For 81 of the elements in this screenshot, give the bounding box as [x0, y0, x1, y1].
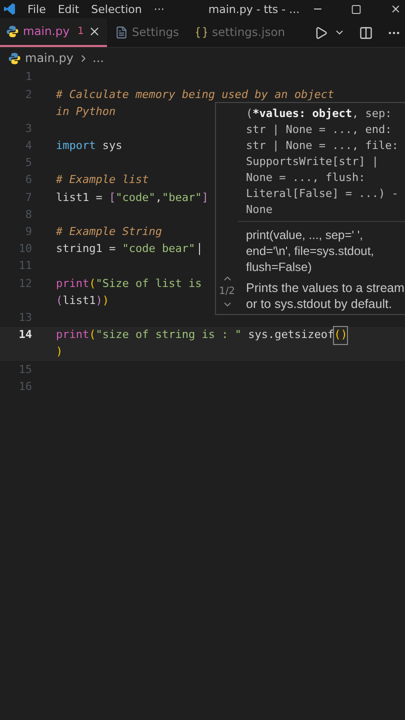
code-token: # Calculate memory being used by an object [56, 86, 334, 103]
signature-text: None [246, 202, 272, 218]
line-number: 4 [25, 138, 32, 154]
text-cursor-icon [199, 243, 200, 256]
signature-text: str | None = ..., end: [246, 122, 392, 138]
doc-text: or to sys.stdout by default. [246, 296, 393, 312]
document-icon [114, 26, 128, 39]
signature-text: Literal[False] = ...) - [246, 186, 398, 202]
app-logo-icon [4, 3, 16, 15]
line-number: 9 [25, 224, 32, 240]
signature-text: *values: object [252, 106, 352, 122]
code-token: "code" [116, 190, 156, 206]
signature-text: , sep: [352, 106, 392, 122]
code-token: ] [202, 190, 208, 206]
code-token: ( [89, 276, 96, 292]
split-editor-icon[interactable] [359, 26, 373, 40]
line-number: 8 [25, 206, 32, 223]
code-token: "code bear" [122, 241, 196, 258]
window-title: main.py - tts - ... [208, 4, 300, 14]
code-token: ( [89, 327, 96, 344]
menu-item[interactable]: ··· [154, 4, 164, 14]
signature-text: flush=False) [246, 259, 313, 275]
close-tab-icon[interactable] [88, 25, 101, 38]
line-number: 12 [18, 276, 32, 292]
code-token: import [56, 138, 96, 154]
line-number: 10 [18, 241, 32, 258]
code-token: list1 = [56, 190, 104, 206]
line-number: 5 [25, 155, 32, 172]
line-number: 3 [25, 120, 32, 137]
editor-tab[interactable]: main.py 1 [0, 18, 107, 47]
run-icon[interactable] [314, 26, 328, 40]
line-number: 2 [25, 86, 32, 103]
line-number: 11 [18, 258, 32, 274]
code-token: ( [56, 292, 63, 309]
line-number: 16 [18, 378, 32, 395]
code-token: string1 = [56, 241, 117, 258]
code-token: "Size of list is [96, 276, 202, 292]
line-number: 14 [18, 327, 32, 344]
code-token: sys.getsizeof [247, 327, 334, 344]
line-number: 6 [25, 172, 32, 188]
signature-text: end='\n', file=sys.stdout, [246, 243, 375, 259]
code-token: "bear" [162, 190, 202, 206]
tab-label: settings.json [212, 24, 286, 41]
line-number: 1 [25, 69, 32, 86]
code-token: print [56, 327, 90, 344]
overload-counter: 1/2 [218, 285, 236, 299]
code-token: # Example list [56, 172, 149, 188]
line-number: 15 [18, 362, 32, 378]
code-token: [ [108, 190, 116, 206]
menu-item[interactable]: Edit [58, 4, 80, 14]
code-token: ) [96, 292, 102, 309]
line-number: 7 [25, 190, 32, 206]
signature-text: None = ..., flush: [246, 170, 366, 186]
tab-label: Settings [132, 24, 180, 41]
code-token: sys [101, 138, 122, 154]
close-icon[interactable] [390, 3, 401, 15]
code-token: , [155, 190, 162, 206]
code-token: print [56, 276, 90, 292]
breadcrumb-item[interactable]: main.py [25, 49, 74, 67]
signature-text: print(value, ..., sep=' ', [246, 227, 364, 243]
code-token: list1 [62, 292, 96, 309]
code-token: "size of string is : " [96, 327, 242, 344]
code-token: ) [102, 292, 109, 309]
python-icon [6, 25, 19, 38]
code-token: ) [56, 344, 63, 360]
code-token: # Example String [56, 224, 162, 240]
problem-count: 1 [78, 25, 84, 39]
signature-text: SupportsWrite[str] | [246, 154, 378, 170]
menu-item[interactable]: Selection [91, 4, 142, 14]
python-icon [8, 52, 21, 64]
code-token: () [334, 327, 348, 344]
signature-text: str | None = ..., file: [246, 138, 398, 154]
line-number: 13 [18, 310, 32, 326]
doc-text: Prints the values to a stream, [246, 280, 405, 296]
signature-text: ( [246, 106, 253, 122]
code-token: in Python [56, 104, 116, 120]
maximize-icon[interactable] [351, 4, 362, 14]
menu-item[interactable]: File [27, 4, 46, 14]
tab-label: main.py [23, 22, 70, 40]
breadcrumb-item[interactable]: ... [92, 49, 104, 67]
braces-icon [195, 26, 208, 39]
